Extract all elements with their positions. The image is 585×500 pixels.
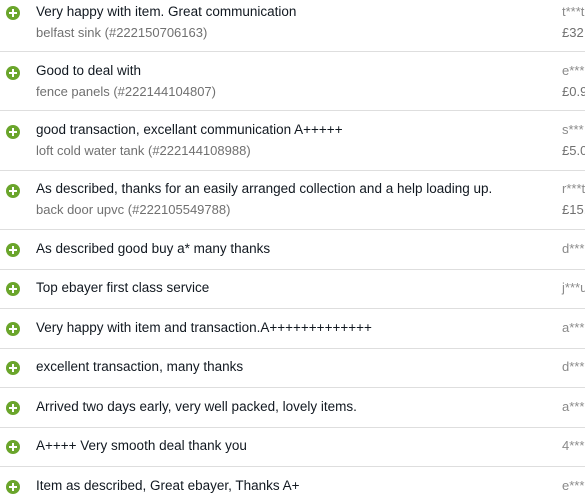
positive-feedback-icon bbox=[6, 282, 20, 296]
feedback-user[interactable]: d*** bbox=[562, 241, 584, 256]
feedback-comment: As described good buy a* many thanks bbox=[36, 241, 271, 256]
positive-feedback-icon bbox=[6, 480, 20, 494]
feedback-user[interactable]: e*** bbox=[562, 63, 584, 78]
feedback-row: A++++ Very smooth deal thank you 4*** bbox=[0, 428, 585, 467]
feedback-item[interactable]: loft cold water tank (#222144108988) bbox=[36, 143, 251, 158]
positive-feedback-icon bbox=[6, 184, 20, 198]
feedback-comment: Very happy with item. Great communicatio… bbox=[36, 4, 297, 19]
feedback-comment: Good to deal with bbox=[36, 63, 142, 78]
feedback-user[interactable]: a*** bbox=[562, 399, 584, 414]
feedback-comment: Arrived two days early, very well packed… bbox=[36, 399, 357, 414]
positive-feedback-icon bbox=[6, 125, 20, 139]
feedback-user[interactable]: e*** bbox=[562, 478, 584, 493]
feedback-item[interactable]: belfast sink (#222150706163) bbox=[36, 25, 207, 40]
positive-feedback-icon bbox=[6, 243, 20, 257]
feedback-item[interactable]: fence panels (#222144104807) bbox=[36, 84, 216, 99]
feedback-row: Very happy with item. Great communicatio… bbox=[0, 0, 585, 52]
feedback-user[interactable]: a*** bbox=[562, 320, 584, 335]
feedback-comment: Very happy with item and transaction.A++… bbox=[36, 320, 372, 335]
feedback-row: Item as described, Great ebayer, Thanks … bbox=[0, 467, 585, 500]
feedback-user[interactable]: d*** bbox=[562, 359, 584, 374]
feedback-comment: good transaction, excellant communicatio… bbox=[36, 122, 343, 137]
feedback-row: Very happy with item and transaction.A++… bbox=[0, 309, 585, 349]
feedback-row: Arrived two days early, very well packed… bbox=[0, 388, 585, 428]
feedback-user[interactable]: t***t bbox=[562, 4, 584, 19]
feedback-user[interactable]: j***u bbox=[562, 280, 585, 295]
feedback-comment: A++++ Very smooth deal thank you bbox=[36, 438, 247, 453]
feedback-user[interactable]: s*** bbox=[562, 122, 584, 137]
feedback-price: £0.9 bbox=[562, 84, 585, 99]
feedback-price: £15. bbox=[562, 202, 585, 217]
feedback-price: £5.0 bbox=[562, 143, 585, 158]
feedback-row: As described, thanks for an easily arran… bbox=[0, 171, 585, 230]
feedback-user[interactable]: r***t bbox=[562, 181, 585, 196]
feedback-item[interactable]: back door upvc (#222105549788) bbox=[36, 202, 230, 217]
feedback-user[interactable]: 4*** bbox=[562, 438, 584, 453]
feedback-row: good transaction, excellant communicatio… bbox=[0, 111, 585, 171]
feedback-row: Top ebayer first class service j***u bbox=[0, 270, 585, 309]
feedback-row: excellent transaction, many thanks d*** bbox=[0, 349, 585, 388]
positive-feedback-icon bbox=[6, 361, 20, 375]
positive-feedback-icon bbox=[6, 66, 20, 80]
positive-feedback-icon bbox=[6, 440, 20, 454]
feedback-price: £32 bbox=[562, 25, 584, 40]
feedback-comment: Item as described, Great ebayer, Thanks … bbox=[36, 478, 300, 493]
feedback-comment: excellent transaction, many thanks bbox=[36, 359, 244, 374]
feedback-list: Very happy with item. Great communicatio… bbox=[0, 0, 585, 500]
positive-feedback-icon bbox=[6, 6, 20, 20]
feedback-row: Good to deal with fence panels (#2221441… bbox=[0, 52, 585, 111]
feedback-comment: Top ebayer first class service bbox=[36, 280, 210, 295]
feedback-row: As described good buy a* many thanks d**… bbox=[0, 230, 585, 270]
positive-feedback-icon bbox=[6, 401, 20, 415]
feedback-comment: As described, thanks for an easily arran… bbox=[36, 181, 493, 196]
positive-feedback-icon bbox=[6, 322, 20, 336]
